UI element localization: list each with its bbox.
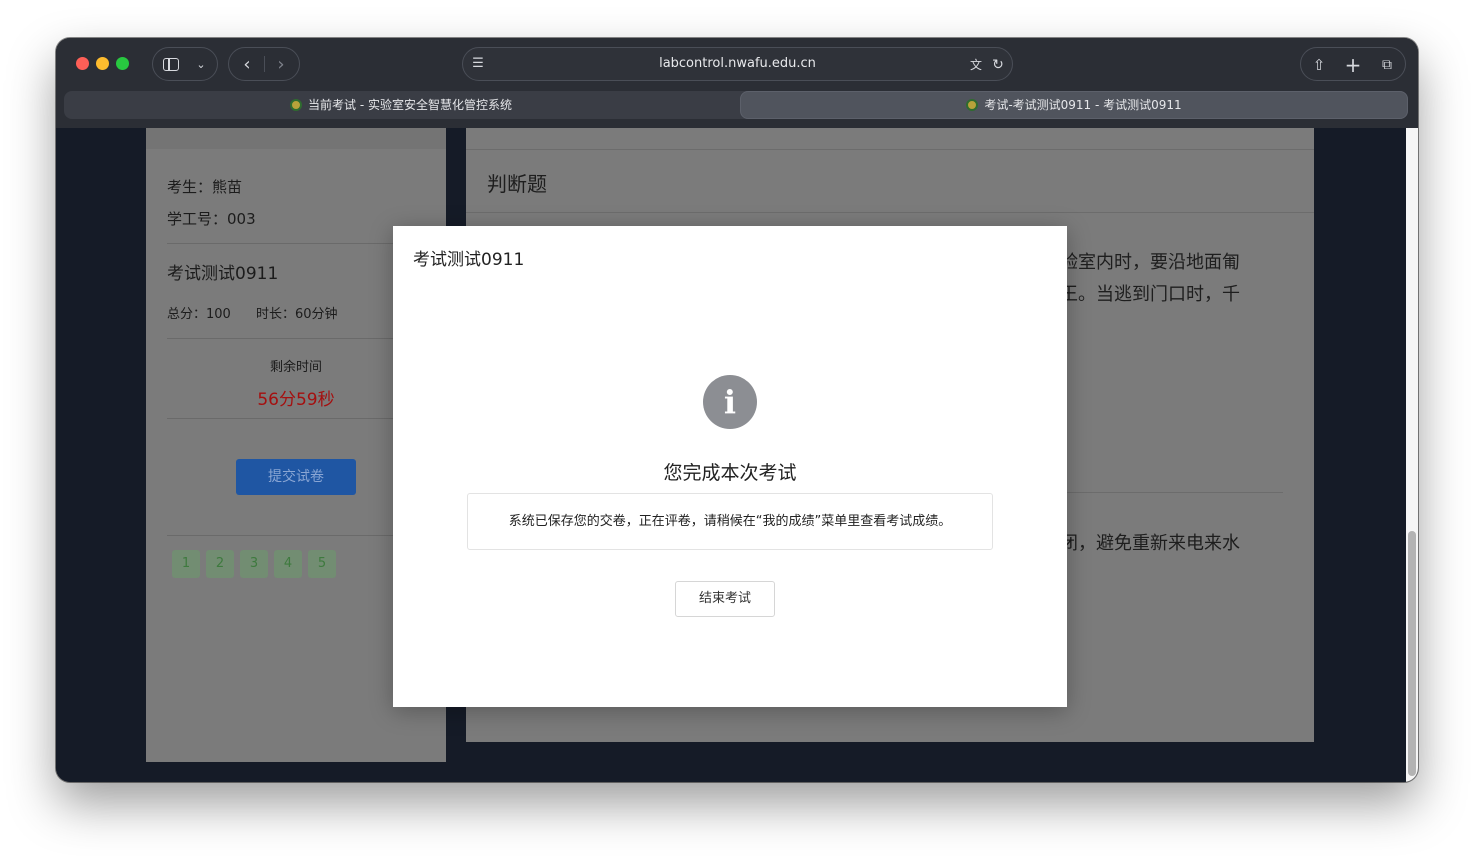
question-number-button[interactable]: 4 <box>274 550 302 578</box>
panel-header-strip <box>146 128 446 149</box>
dialog-heading: 您完成本次考试 <box>663 462 797 484</box>
candidate-name: 考生：熊苗 <box>167 178 243 196</box>
translate-icon[interactable]: 文 <box>967 48 985 82</box>
url-text: labcontrol.nwafu.edu.cn <box>659 56 816 71</box>
sidebar-toggle-button[interactable]: ⌄ <box>152 47 218 81</box>
exam-complete-dialog: 考试测试0911 i 您完成本次考试 系统已保存您的交卷，正在评卷，请稍候在“我… <box>393 226 1067 707</box>
tab-bar: 当前考试 - 实验室安全智慧化管控系统 考试-考试测试0911 - 考试测试09… <box>64 91 1408 119</box>
question-number-button[interactable]: 3 <box>240 550 268 578</box>
tab-current-exam[interactable]: 当前考试 - 实验室安全智慧化管控系统 <box>64 91 738 119</box>
divider <box>1067 492 1283 493</box>
nav-divider <box>264 56 265 72</box>
site-favicon-icon <box>290 99 303 111</box>
site-favicon-icon <box>966 99 979 111</box>
divider <box>167 535 425 536</box>
forward-arrow-icon[interactable]: › <box>269 48 293 82</box>
question-text-line: 王。当逃到门口时，千 <box>1060 284 1240 305</box>
tab-exam-test[interactable]: 考试-考试测试0911 - 考试测试0911 <box>740 91 1408 119</box>
dialog-message: 系统已保存您的交卷，正在评卷，请稍候在“我的成绩”菜单里查看考试成绩。 <box>467 493 993 550</box>
sidebar-toggle-icon <box>163 58 179 71</box>
page-viewport: 考生：熊苗 学工号：003 考试测试0911 总分：100 时长：60分钟 剩余… <box>56 128 1418 782</box>
new-tab-icon[interactable]: + <box>1341 48 1365 82</box>
divider <box>466 149 1314 150</box>
browser-window: ⌄ ‹ › ☰ labcontrol.nwafu.edu.cn 文 ↻ ⇧ + … <box>56 38 1418 782</box>
chevron-down-icon: ⌄ <box>196 58 206 71</box>
minimize-window-button[interactable] <box>96 57 109 70</box>
tab-title: 当前考试 - 实验室安全智慧化管控系统 <box>308 98 512 112</box>
scrollbar-thumb[interactable] <box>1408 531 1416 776</box>
address-bar[interactable]: ☰ labcontrol.nwafu.edu.cn 文 ↻ <box>462 47 1013 81</box>
total-score: 总分：100 <box>167 307 231 322</box>
page-scrollbar[interactable] <box>1406 128 1418 782</box>
share-icon[interactable]: ⇧ <box>1307 48 1331 82</box>
exam-duration: 时长：60分钟 <box>256 307 338 322</box>
back-arrow-icon[interactable]: ‹ <box>235 48 259 82</box>
toolbar-actions: ⇧ + ⧉ <box>1300 47 1406 81</box>
question-number-button[interactable]: 5 <box>308 550 336 578</box>
info-icon: i <box>703 375 757 429</box>
tab-overview-icon[interactable]: ⧉ <box>1375 48 1399 82</box>
student-id: 学工号：003 <box>167 210 256 228</box>
divider <box>167 243 425 244</box>
divider <box>167 338 425 339</box>
end-exam-button[interactable]: 结束考试 <box>675 581 775 617</box>
close-window-button[interactable] <box>76 57 89 70</box>
question-text-line: 验室内时，要沿地面匍 <box>1060 252 1240 273</box>
tab-title: 考试-考试测试0911 - 考试测试0911 <box>984 98 1182 112</box>
question-number-button[interactable]: 1 <box>172 550 200 578</box>
reload-icon[interactable]: ↻ <box>989 48 1007 82</box>
submit-exam-button[interactable]: 提交试卷 <box>236 459 356 495</box>
browser-toolbar: ⌄ ‹ › ☰ labcontrol.nwafu.edu.cn 文 ↻ ⇧ + … <box>56 38 1418 129</box>
exam-name: 考试测试0911 <box>167 264 279 284</box>
dialog-title: 考试测试0911 <box>413 250 525 270</box>
divider <box>167 418 425 419</box>
zoom-window-button[interactable] <box>116 57 129 70</box>
navigation-buttons: ‹ › <box>228 47 300 81</box>
divider <box>466 212 1314 213</box>
question-number-button[interactable]: 2 <box>206 550 234 578</box>
section-title: 判断题 <box>487 172 547 196</box>
question-text-line: 闭，避免重新来电来水 <box>1060 533 1240 554</box>
